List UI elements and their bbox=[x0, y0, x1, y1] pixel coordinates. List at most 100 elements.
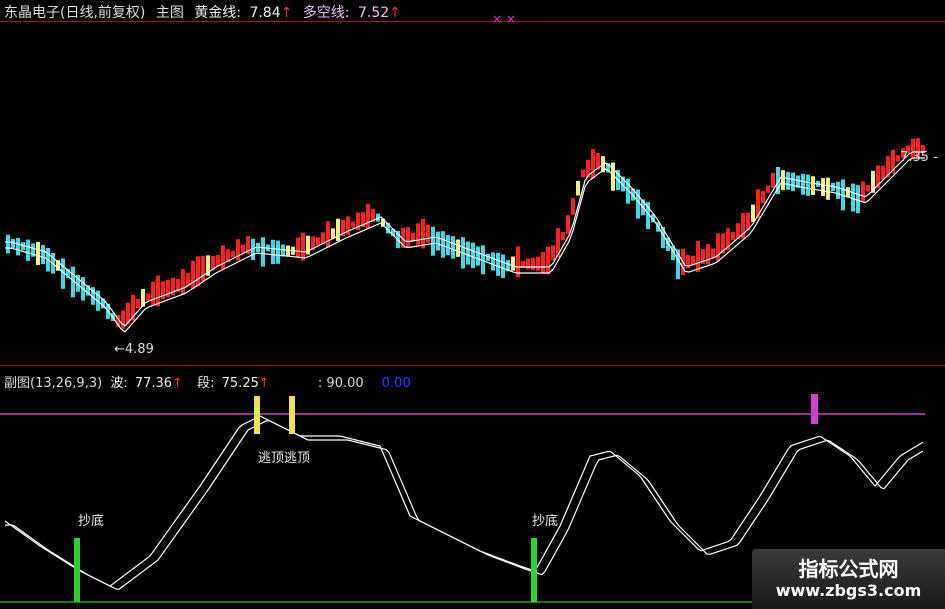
candle-bar bbox=[446, 234, 450, 256]
bottom-signal-label: 抄底 bbox=[78, 514, 105, 529]
candle-bar bbox=[336, 218, 340, 241]
watermark-badge: 指标公式网 www.zbgs3.com bbox=[752, 549, 945, 609]
candle-bar bbox=[771, 172, 775, 188]
candle-bar bbox=[751, 204, 755, 222]
longshort-line-readout: 多空线: 7.52↑ bbox=[303, 5, 401, 21]
candle-bar bbox=[136, 298, 140, 309]
candle-bar bbox=[501, 254, 505, 279]
candle-bar bbox=[826, 177, 830, 200]
candle-bar bbox=[711, 248, 715, 258]
candle-bar bbox=[811, 176, 815, 195]
lower-level-value: 0.00 bbox=[381, 376, 411, 391]
candle-bar bbox=[296, 237, 300, 258]
main-label: 主图 bbox=[155, 5, 184, 21]
candlestick-chart[interactable] bbox=[0, 0, 945, 366]
candle-bar bbox=[241, 244, 245, 253]
candle-bar bbox=[576, 180, 580, 196]
wave-value: 77.36 bbox=[134, 376, 173, 391]
candle-bar bbox=[491, 252, 495, 271]
candle-bar bbox=[301, 232, 305, 261]
candle-bar bbox=[881, 165, 885, 180]
candle-bar bbox=[551, 245, 555, 261]
segment-label: 段: bbox=[197, 376, 215, 391]
candle-bar bbox=[231, 250, 235, 257]
candle-bar bbox=[421, 218, 425, 249]
candle-bar bbox=[791, 172, 795, 192]
candle-bar bbox=[571, 198, 575, 215]
bottom-signal-bar bbox=[531, 538, 537, 602]
candle-bar bbox=[591, 149, 595, 179]
candle-bar bbox=[851, 183, 855, 212]
candle-bar bbox=[471, 242, 475, 269]
candle-bar bbox=[456, 239, 460, 257]
candle-bar bbox=[156, 275, 160, 307]
low-price-marker: ←4.89 bbox=[114, 342, 154, 357]
indicator-name: 副图(13,26,9,3) bbox=[4, 376, 103, 391]
candle-bar bbox=[26, 239, 30, 261]
gold-line-readout: 黄金线: 7.84↑ bbox=[194, 5, 297, 21]
candle-bar bbox=[436, 231, 440, 251]
up-arrow-icon: ↑ bbox=[258, 376, 270, 391]
candle-bar bbox=[441, 231, 445, 258]
candle-bar bbox=[731, 232, 735, 241]
candle-bar bbox=[806, 174, 810, 196]
candle-bar bbox=[541, 252, 545, 274]
gold-line-label: 黄金线: bbox=[194, 5, 241, 21]
high-price-marker: 7.35 - bbox=[900, 150, 938, 165]
candle-bar bbox=[821, 178, 825, 196]
watermark-url: www.zbgs3.com bbox=[775, 581, 922, 600]
candle-bar bbox=[221, 245, 225, 269]
cross-marks: × × bbox=[492, 12, 516, 26]
candle-bar bbox=[781, 170, 785, 191]
candle-bar bbox=[566, 215, 570, 234]
candle-bar bbox=[836, 181, 840, 199]
candle-bar bbox=[761, 190, 765, 204]
candle-bar bbox=[496, 252, 500, 276]
candle-bar bbox=[861, 181, 865, 203]
up-arrow-icon: ↑ bbox=[280, 5, 293, 21]
candle-bar bbox=[536, 256, 540, 271]
candle-bar bbox=[326, 221, 330, 248]
candle-bar bbox=[786, 171, 790, 190]
candle-bar bbox=[16, 237, 20, 256]
bottom-signal-label: 抄底 bbox=[532, 514, 559, 529]
escape-signal-bar bbox=[289, 396, 295, 434]
wave-label: 波: bbox=[110, 376, 128, 391]
candle-bar bbox=[181, 269, 185, 295]
top-signal-bar bbox=[811, 394, 818, 424]
candle-bar bbox=[331, 228, 335, 239]
candle-bar bbox=[406, 227, 410, 247]
main-header: 东晶电子(日线,前复权) 主图 黄金线: 7.84↑ 多空线: 7.52↑ bbox=[4, 2, 407, 22]
candle-bar bbox=[706, 244, 710, 265]
bottom-signal-bar bbox=[74, 538, 80, 602]
candle-bar bbox=[316, 237, 320, 246]
candle-bar bbox=[146, 293, 150, 301]
candle-bar bbox=[866, 185, 870, 192]
upper-level-value: : 90.00 bbox=[317, 376, 364, 391]
watermark-title: 指标公式网 bbox=[798, 557, 899, 581]
candle-bar bbox=[6, 234, 10, 254]
candle-bar bbox=[451, 236, 455, 259]
candle-bar bbox=[531, 257, 535, 270]
gold-line-value: 7.84 bbox=[249, 5, 281, 21]
candle-bar bbox=[581, 169, 585, 178]
segment-readout: 段: 75.25↑ bbox=[197, 376, 274, 391]
candle-bar bbox=[271, 239, 275, 265]
candle-bar bbox=[281, 244, 285, 257]
candle-bar bbox=[766, 185, 770, 193]
candle-bar bbox=[546, 246, 550, 275]
escape-top-label: 逃顶逃顶 bbox=[258, 451, 311, 466]
main-chart-panel[interactable] bbox=[0, 0, 945, 366]
escape-signal-bar bbox=[254, 396, 260, 434]
candle-bar bbox=[511, 256, 515, 271]
candle-bar bbox=[466, 241, 470, 265]
candle-bar bbox=[151, 281, 155, 306]
candle-bar bbox=[196, 256, 200, 287]
candle-bar bbox=[561, 232, 565, 241]
candle-bar bbox=[431, 226, 435, 256]
candle-bar bbox=[276, 240, 280, 264]
candle-bar bbox=[41, 245, 45, 265]
candle-bar bbox=[696, 241, 700, 273]
candle-bar bbox=[416, 223, 420, 247]
up-arrow-icon: ↑ bbox=[172, 376, 183, 391]
